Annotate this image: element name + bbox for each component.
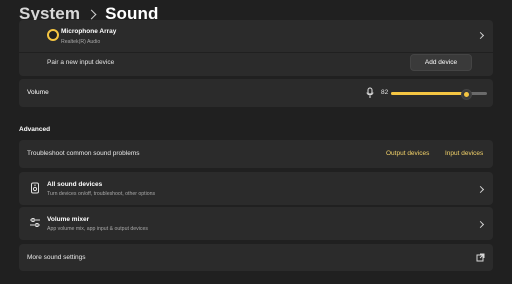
input-device-card: Microphone Array Realtek(R) Audio Pair a… (19, 20, 493, 76)
all-sound-devices-title: All sound devices (47, 181, 103, 188)
troubleshoot-label: Troubleshoot common sound problems (27, 150, 140, 157)
volume-slider-fill (391, 92, 465, 95)
device-name: Microphone Array (61, 28, 117, 35)
device-subtitle: Realtek(R) Audio (61, 39, 101, 45)
volume-mixer-subtitle: App volume mix, app input & output devic… (47, 226, 148, 232)
input-device-row[interactable]: Microphone Array Realtek(R) Audio (19, 20, 493, 52)
more-sound-settings-row[interactable]: More sound settings (19, 244, 493, 271)
all-sound-devices-subtitle: Turn devices on/off, troubleshoot, other… (47, 191, 156, 197)
pair-label: Pair a new input device (47, 59, 115, 66)
section-title-advanced: Advanced (19, 126, 51, 133)
chevron-right-icon (86, 9, 97, 19)
mixer-sliders-icon (29, 217, 41, 229)
chevron-right-icon (476, 185, 485, 194)
all-sound-devices-row[interactable]: All sound devices Turn devices on/off, t… (19, 172, 493, 205)
output-devices-link[interactable]: Output devices (386, 150, 429, 157)
volume-value: 82 (381, 89, 389, 96)
volume-mixer-row[interactable]: Volume mixer App volume mix, app input &… (19, 207, 493, 240)
microphone-icon[interactable] (365, 87, 375, 99)
speaker-device-icon (29, 182, 41, 194)
volume-card: Volume 82 (19, 79, 493, 107)
more-sound-settings-label: More sound settings (27, 254, 86, 261)
volume-label: Volume (27, 89, 49, 96)
open-external-icon (476, 253, 485, 262)
troubleshoot-card: Troubleshoot common sound problems Outpu… (19, 140, 493, 168)
pair-row: Pair a new input device Add device (19, 53, 493, 76)
chevron-right-icon (476, 31, 485, 40)
volume-mixer-title: Volume mixer (47, 216, 90, 223)
volume-slider[interactable] (391, 89, 487, 100)
radio-button-selected-icon[interactable] (47, 29, 59, 41)
volume-slider-thumb[interactable] (461, 89, 472, 100)
input-devices-link[interactable]: Input devices (445, 150, 483, 157)
chevron-right-icon (476, 220, 485, 229)
add-device-button[interactable]: Add device (410, 54, 472, 71)
